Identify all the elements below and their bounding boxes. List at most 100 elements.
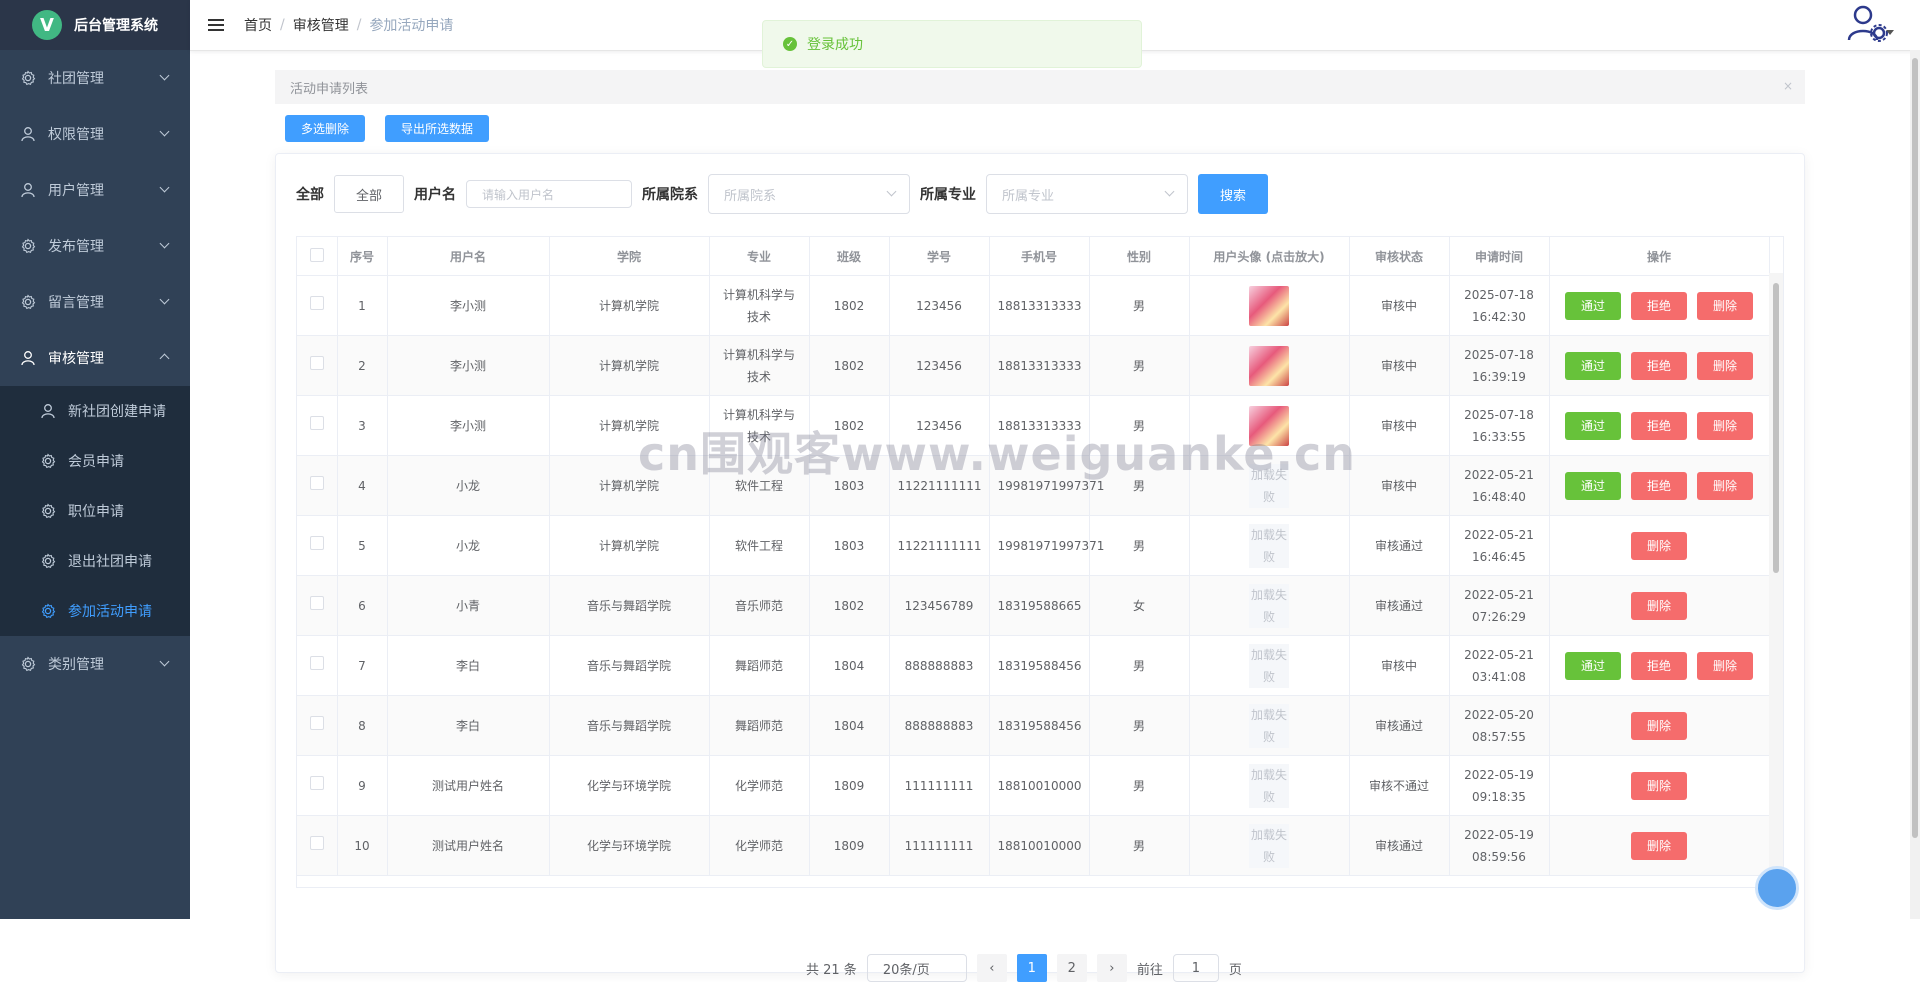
approve-button[interactable]: 通过 (1565, 471, 1621, 500)
all-button[interactable]: 全部 (334, 175, 404, 213)
table-row[interactable]: 5 小龙 计算机学院 软件工程 1803 11221111111 1998197199737… (297, 515, 1770, 576)
table-row[interactable]: 1 李小测 计算机学院 计算机科学与技术 1802 123456 18813313333 男 审… (297, 275, 1770, 336)
cell-time: 2025-07-18 16:33:55 (1449, 395, 1550, 456)
cell-sid: 123456 (889, 335, 990, 396)
delete-button[interactable]: 删除 (1697, 471, 1753, 500)
reject-button[interactable]: 拒绝 (1631, 291, 1687, 320)
sidebar-item[interactable]: 发布管理 (0, 218, 190, 274)
cell-phone: 18813313333 (989, 335, 1090, 396)
avatar-load-failed[interactable]: 加载失败 (1249, 823, 1289, 868)
row-checkbox[interactable] (309, 835, 324, 850)
approve-button[interactable]: 通过 (1565, 651, 1621, 680)
row-checkbox[interactable] (309, 775, 324, 790)
cell-user: 小龙 (387, 455, 550, 516)
sidebar-subitem[interactable]: 职位申请 (0, 486, 190, 536)
table-row[interactable]: 6 小青 音乐与舞蹈学院 音乐师范 1802 123456789 18319588665 女 加… (297, 575, 1770, 636)
delete-button[interactable]: 删除 (1631, 771, 1687, 800)
page-scrollbar-thumb[interactable] (1912, 58, 1918, 838)
cell-phone: 18319588665 (989, 575, 1090, 636)
avatar-image[interactable] (1249, 285, 1289, 326)
avatar-load-failed[interactable]: 加载失败 (1249, 703, 1289, 748)
row-checkbox[interactable] (309, 475, 324, 490)
delete-button[interactable]: 删除 (1631, 831, 1687, 860)
row-checkbox[interactable] (309, 715, 324, 730)
sidebar-item[interactable]: 审核管理 (0, 330, 190, 386)
chevron-down-icon (159, 294, 170, 305)
user-settings-icon[interactable] (1846, 4, 1890, 44)
breadcrumb-home[interactable]: 首页 (244, 15, 272, 35)
table-row[interactable]: 10 测试用户姓名 化学与环境学院 化学师范 1809 111111111 18810010… (297, 815, 1770, 876)
chevron-down-icon[interactable] (1886, 30, 1894, 35)
row-checkbox[interactable] (309, 295, 324, 310)
sidebar-subitem[interactable]: 退出社团申请 (0, 536, 190, 586)
page-size-select[interactable]: 20条/页 (866, 954, 967, 982)
approve-button[interactable]: 通过 (1565, 411, 1621, 440)
floating-assistant-button[interactable] (1755, 866, 1799, 910)
table-row[interactable]: 9 测试用户姓名 化学与环境学院 化学师范 1809 111111111 188100100… (297, 755, 1770, 816)
row-checkbox[interactable] (309, 415, 324, 430)
cell-college: 音乐与舞蹈学院 (549, 575, 710, 636)
row-checkbox[interactable] (309, 355, 324, 370)
delete-button[interactable]: 删除 (1697, 651, 1753, 680)
sidebar-item[interactable]: 权限管理 (0, 106, 190, 162)
cell-user: 小青 (387, 575, 550, 636)
cell-gender: 男 (1089, 755, 1190, 816)
sidebar-item-label: 社团管理 (48, 71, 104, 87)
column-header: 审核状态 (1349, 237, 1450, 276)
cell-major: 计算机科学与技术 (709, 335, 810, 396)
page-button[interactable]: 1 (1016, 954, 1047, 982)
college-select[interactable]: 所属院系 (708, 174, 910, 214)
table-scrollbar[interactable] (1769, 273, 1783, 886)
sidebar-subitem[interactable]: 新社团创建申请 (0, 386, 190, 436)
row-checkbox[interactable] (309, 655, 324, 670)
batch-delete-button[interactable]: 多选删除 (285, 115, 366, 142)
reject-button[interactable]: 拒绝 (1631, 651, 1687, 680)
search-button[interactable]: 搜索 (1198, 174, 1268, 214)
avatar-load-failed[interactable]: 加载失败 (1249, 523, 1289, 568)
prev-page-button[interactable]: ‹ (976, 954, 1007, 982)
sidebar-item[interactable]: 社团管理 (0, 50, 190, 106)
sidebar-item[interactable]: 留言管理 (0, 274, 190, 330)
reject-button[interactable]: 拒绝 (1631, 351, 1687, 380)
sidebar-item[interactable]: 用户管理 (0, 162, 190, 218)
table-row[interactable]: 8 李白 音乐与舞蹈学院 舞蹈师范 1804 888888883 18319588456 男 加… (297, 695, 1770, 756)
delete-button[interactable]: 删除 (1697, 291, 1753, 320)
goto-label: 前往 (1136, 962, 1163, 978)
export-button[interactable]: 导出所选数据 (385, 115, 490, 142)
goto-page-input[interactable]: 1 (1172, 954, 1219, 982)
row-checkbox[interactable] (309, 535, 324, 550)
avatar-load-failed[interactable]: 加载失败 (1249, 643, 1289, 688)
table-row[interactable]: 7 李白 音乐与舞蹈学院 舞蹈师范 1804 888888883 18319588456 男 加… (297, 635, 1770, 696)
sidebar-subitem[interactable]: 会员申请 (0, 436, 190, 486)
delete-button[interactable]: 删除 (1697, 411, 1753, 440)
username-input[interactable]: 请输入用户名 (466, 180, 632, 208)
breadcrumb-section[interactable]: 审核管理 (293, 15, 349, 35)
sidebar-subitem[interactable]: 参加活动申请 (0, 586, 190, 636)
sidebar-item[interactable]: 类别管理 (0, 636, 190, 692)
table-row[interactable]: 2 李小测 计算机学院 计算机科学与技术 1802 123456 18813313333 男 审… (297, 335, 1770, 396)
cell-major: 音乐师范 (709, 575, 810, 636)
avatar-load-failed[interactable]: 加载失败 (1249, 763, 1289, 808)
hamburger-icon[interactable] (208, 19, 224, 31)
major-select[interactable]: 所属专业 (986, 174, 1188, 214)
page-scrollbar[interactable] (1910, 50, 1920, 919)
approve-button[interactable]: 通过 (1565, 291, 1621, 320)
approve-button[interactable]: 通过 (1565, 351, 1621, 380)
avatar-load-failed[interactable]: 加载失败 (1249, 583, 1289, 628)
goto-suffix: 页 (1228, 962, 1242, 978)
avatar-image[interactable] (1249, 345, 1289, 386)
row-checkbox[interactable] (309, 595, 324, 610)
delete-button[interactable]: 删除 (1631, 711, 1687, 740)
cell-status: 审核通过 (1349, 815, 1450, 876)
reject-button[interactable]: 拒绝 (1631, 411, 1687, 440)
page-button[interactable]: 2 (1056, 954, 1087, 982)
select-all-checkbox[interactable] (309, 247, 324, 262)
close-icon[interactable]: × (1783, 79, 1793, 93)
table-scrollbar-thumb[interactable] (1773, 283, 1779, 573)
cell-sid: 888888883 (889, 635, 990, 696)
delete-button[interactable]: 删除 (1631, 591, 1687, 620)
delete-button[interactable]: 删除 (1631, 531, 1687, 560)
reject-button[interactable]: 拒绝 (1631, 471, 1687, 500)
delete-button[interactable]: 删除 (1697, 351, 1753, 380)
next-page-button[interactable]: › (1096, 954, 1127, 982)
